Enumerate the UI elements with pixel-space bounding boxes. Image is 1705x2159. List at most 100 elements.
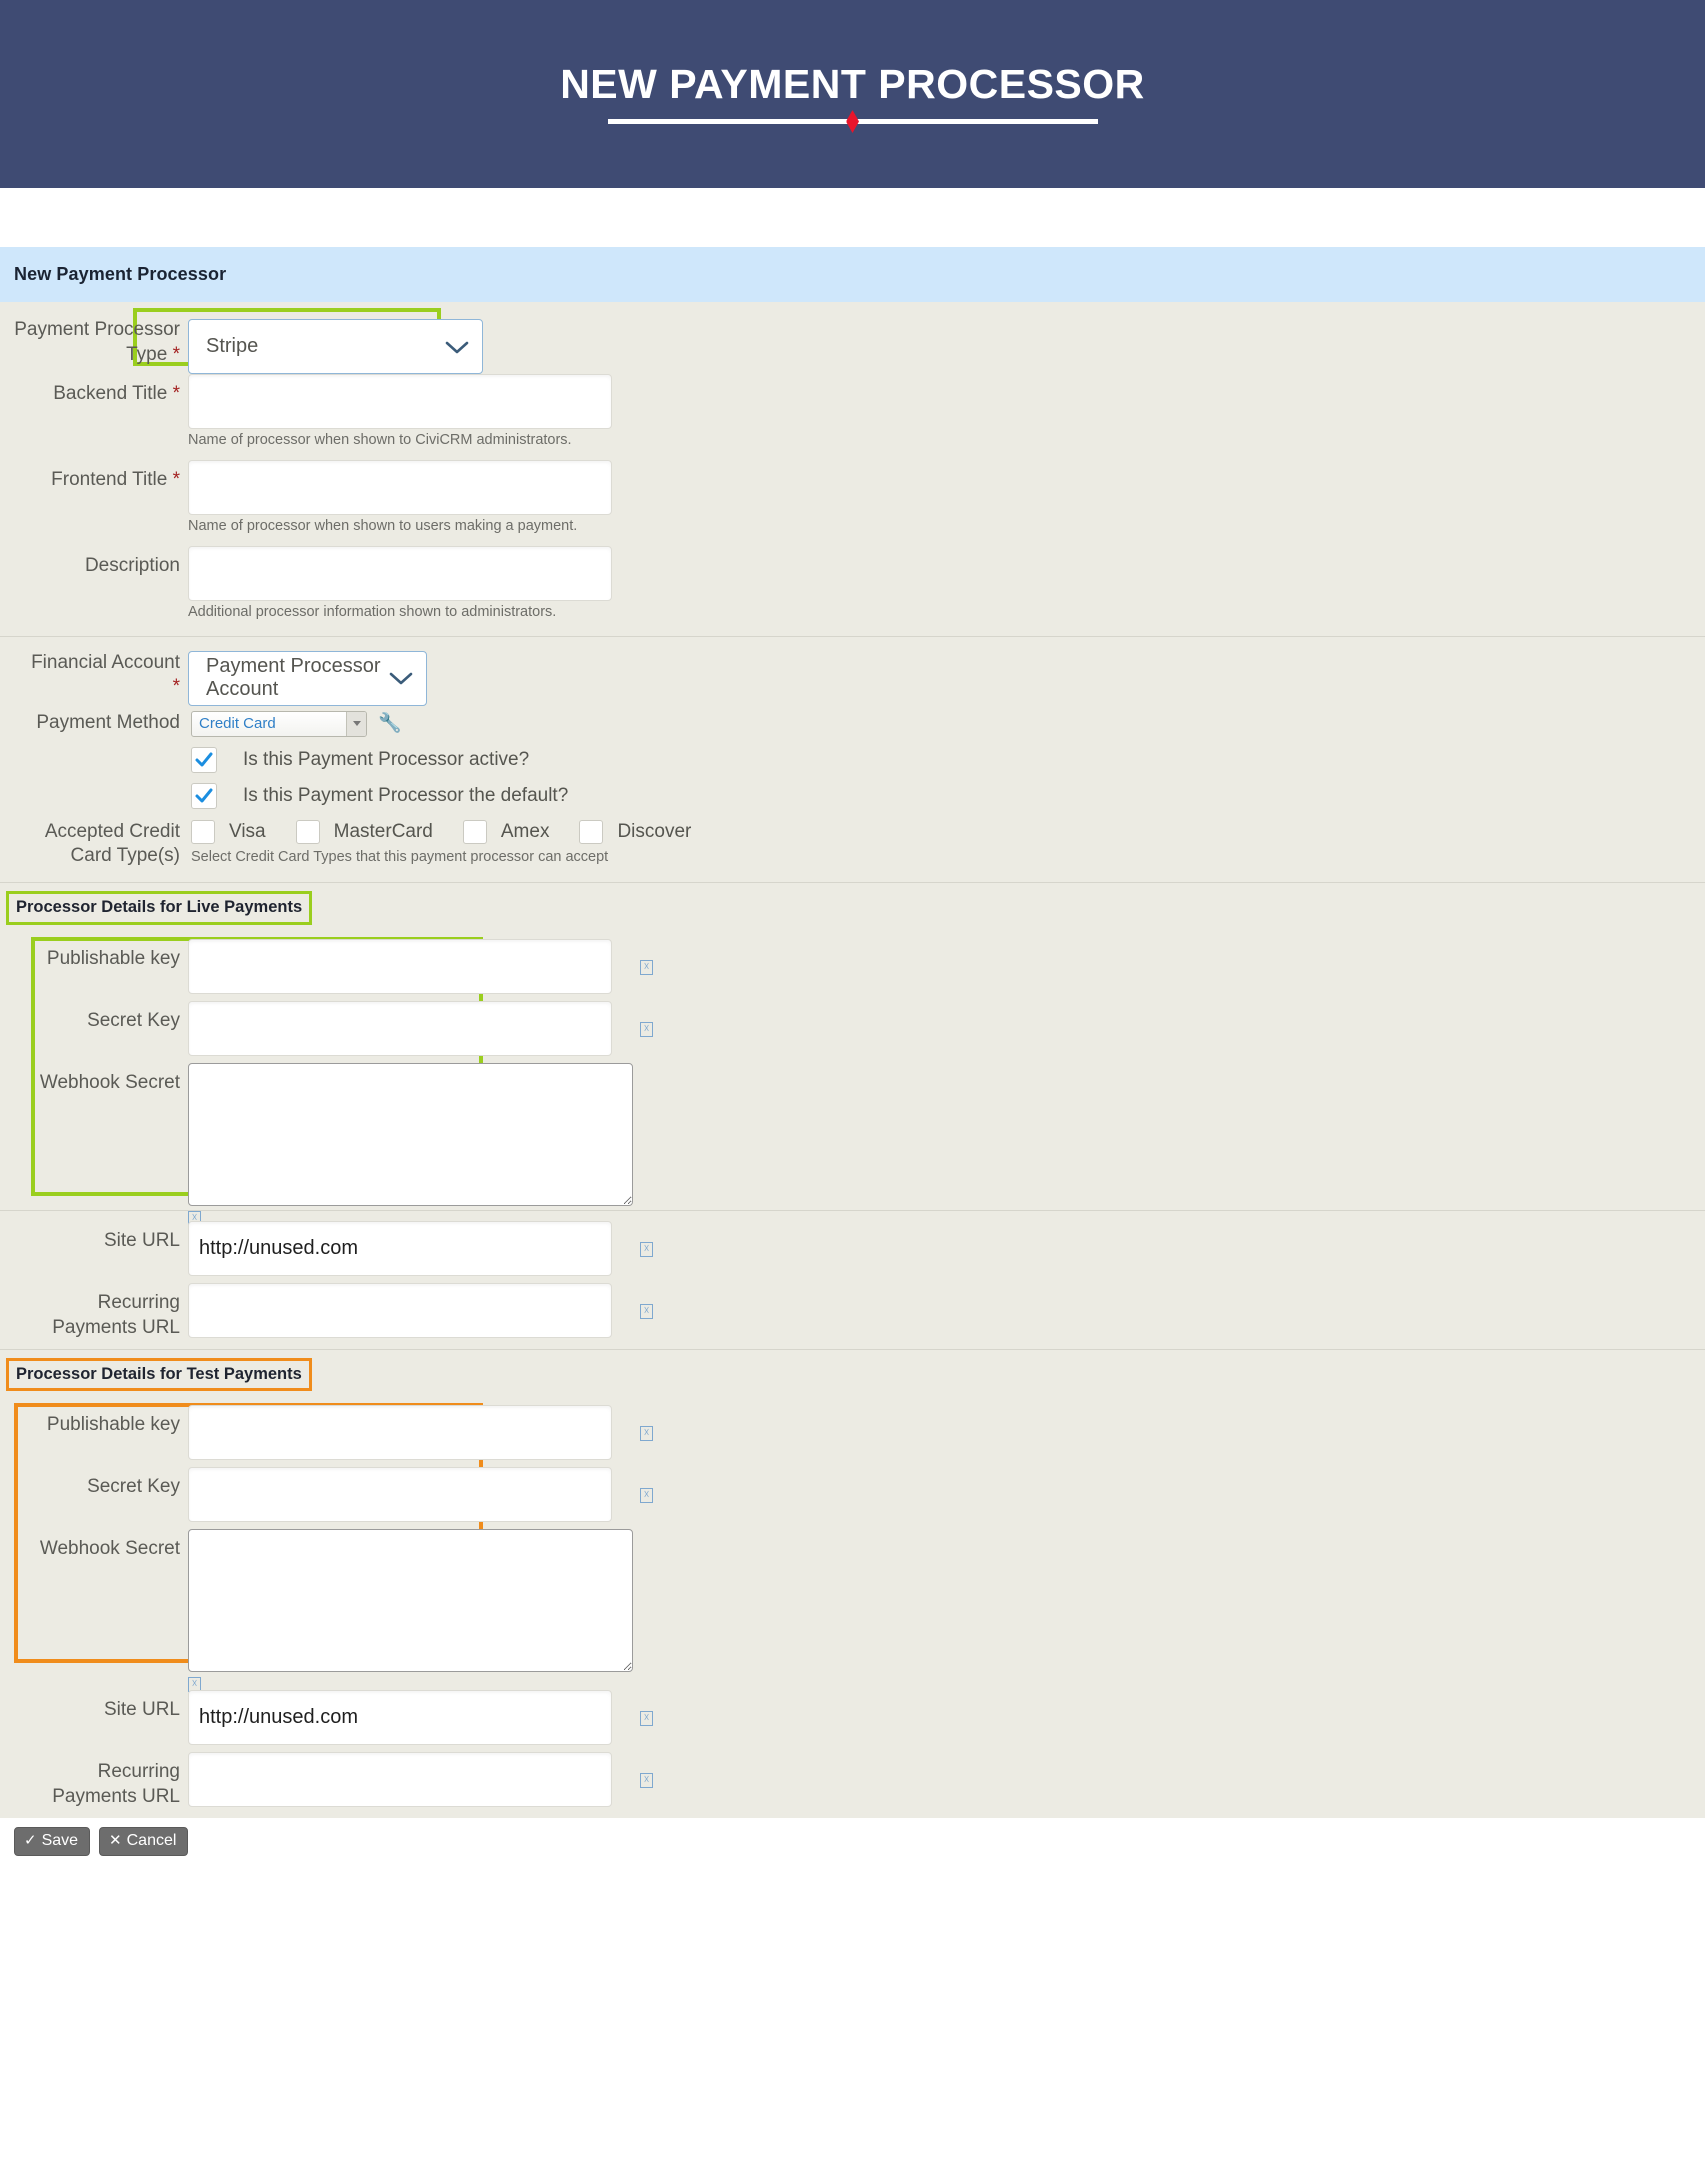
test-publishable-key-input[interactable] xyxy=(188,1405,612,1461)
payment-processor-panel: New Payment Processor Payment Processor … xyxy=(0,247,1705,1856)
row-frontend-title: Frontend Title * Name of processor when … xyxy=(0,459,1705,546)
close-icon: ✕ xyxy=(109,1832,122,1850)
field-live-secret-key: ☓ xyxy=(188,1001,653,1057)
label-test-publishable-key: Publishable key xyxy=(46,1414,180,1436)
label-active-spacer xyxy=(0,756,188,764)
row-description: Description Additional processor informa… xyxy=(0,545,1705,632)
panel-header: New Payment Processor xyxy=(0,247,1705,302)
row-backend-title: Backend Title * Name of processor when s… xyxy=(0,374,1705,460)
basic-info-block: Payment Processor Type * Stripe Backend … xyxy=(0,302,1705,636)
row-live-publishable-key: Publishable key ☓ xyxy=(0,939,1705,995)
form-body: Payment Processor Type * Stripe Backend … xyxy=(0,302,1705,1818)
row-test-recurring-url: Recurring Payments URL ☓ xyxy=(0,1745,1705,1809)
broken-image-icon: ☓ xyxy=(640,1773,653,1789)
label-financial-account: Financial Account * xyxy=(31,651,180,698)
test-recurring-url-input[interactable] xyxy=(188,1752,612,1808)
field-test-publishable-key: ☓ xyxy=(188,1405,653,1461)
frontend-title-input[interactable] xyxy=(188,459,612,515)
label-test-recurring-url: Recurring Payments URL xyxy=(52,1761,180,1808)
live-webhook-secret-textarea[interactable] xyxy=(188,1063,633,1207)
active-checkbox[interactable] xyxy=(191,746,217,773)
label-processor-type: Payment Processor Type * xyxy=(14,319,180,365)
broken-image-icon: ☓ xyxy=(640,1488,653,1504)
row-processor-type: Payment Processor Type * Stripe xyxy=(0,308,1705,374)
row-live-secret-key: Secret Key ☓ xyxy=(0,994,1705,1057)
label-live-secret-key: Secret Key xyxy=(87,1010,180,1032)
live-section-title: Processor Details for Live Payments xyxy=(6,891,313,926)
test-urls-block: Site URL ☓ Recurring Payments URL ☓ xyxy=(0,1676,1705,1818)
test-section-block: Publishable key ☓ Secret Key ☓ Webhook S… xyxy=(0,1397,1705,1693)
description-input[interactable] xyxy=(188,545,612,601)
broken-image-icon: ☓ xyxy=(640,1426,653,1442)
test-section-header-band: Processor Details for Test Payments xyxy=(0,1348,1705,1398)
field-processor-type: Stripe xyxy=(188,308,483,374)
field-default-checkbox: Is this Payment Processor the default? xyxy=(188,780,568,812)
test-webhook-secret-textarea[interactable] xyxy=(188,1529,633,1673)
live-publishable-key-input[interactable] xyxy=(188,939,612,995)
financial-account-select[interactable]: Payment Processor Account xyxy=(188,650,427,706)
broken-image-icon: ☓ xyxy=(640,1711,653,1727)
field-backend-title: Name of processor when shown to CiviCRM … xyxy=(188,374,612,460)
wrench-icon[interactable]: 🔧 xyxy=(378,714,402,733)
discover-label: Discover xyxy=(617,820,692,842)
label-frontend-title: Frontend Title * xyxy=(51,468,180,490)
row-test-secret-key: Secret Key ☓ xyxy=(0,1460,1705,1523)
required-marker: * xyxy=(172,676,180,698)
row-test-publishable-key: Publishable key ☓ xyxy=(0,1405,1705,1461)
live-secret-key-input[interactable] xyxy=(188,1001,612,1057)
discover-checkbox[interactable] xyxy=(579,819,604,844)
help-backend-title: Name of processor when shown to CiviCRM … xyxy=(188,432,572,448)
field-credit-card-types: Visa MasterCard Amex Discover Select Cre… xyxy=(188,814,721,877)
test-site-url-input[interactable] xyxy=(188,1690,612,1746)
amex-checkbox[interactable] xyxy=(462,819,487,844)
cancel-button[interactable]: ✕ Cancel xyxy=(99,1826,189,1856)
broken-image-icon: ☓ xyxy=(640,1022,653,1038)
form-actions: ✓ Save ✕ Cancel xyxy=(0,1817,1705,1856)
label-live-site-url: Site URL xyxy=(103,1230,180,1252)
field-live-webhook-secret: ☓ xyxy=(188,1063,633,1227)
processor-type-value: Stripe xyxy=(206,335,259,357)
help-description: Additional processor information shown t… xyxy=(188,603,557,620)
label-live-publishable-key: Publishable key xyxy=(46,948,180,970)
test-secret-key-input[interactable] xyxy=(188,1467,612,1523)
row-payment-method: Payment Method Credit Card 🔧 xyxy=(0,706,1705,742)
cc-option-discover: Discover xyxy=(579,819,713,844)
field-live-recurring-url: ☓ xyxy=(188,1283,653,1339)
mastercard-checkbox[interactable] xyxy=(295,819,320,844)
row-live-site-url: Site URL ☓ xyxy=(0,1221,1705,1277)
chevron-down-icon xyxy=(346,711,366,736)
label-test-site-url: Site URL xyxy=(103,1699,180,1721)
amex-label: Amex xyxy=(500,820,550,842)
mastercard-label: MasterCard xyxy=(333,820,433,842)
cc-option-mastercard: MasterCard xyxy=(295,819,455,844)
live-recurring-url-input[interactable] xyxy=(188,1283,612,1339)
field-test-site-url: ☓ xyxy=(188,1690,653,1746)
field-frontend-title: Name of processor when shown to users ma… xyxy=(188,459,612,546)
broken-image-icon: ☓ xyxy=(640,1304,653,1320)
save-button[interactable]: ✓ Save xyxy=(14,1826,91,1856)
active-checkbox-label: Is this Payment Processor active? xyxy=(243,748,530,770)
required-marker: * xyxy=(172,383,180,404)
row-test-site-url: Site URL ☓ xyxy=(0,1690,1705,1746)
payment-method-select[interactable]: Credit Card xyxy=(191,710,367,737)
label-test-secret-key: Secret Key xyxy=(87,1476,180,1498)
row-active-checkbox: Is this Payment Processor active? xyxy=(0,742,1705,778)
credit-card-options: Visa MasterCard Amex Discover xyxy=(191,819,721,844)
processor-type-select[interactable]: Stripe xyxy=(188,319,483,374)
field-live-site-url: ☓ xyxy=(188,1221,653,1277)
account-settings-block: Financial Account * Payment Processor Ac… xyxy=(0,635,1705,883)
row-financial-account: Financial Account * Payment Processor Ac… xyxy=(0,645,1705,706)
field-description: Additional processor information shown t… xyxy=(188,545,612,632)
row-live-recurring-url: Recurring Payments URL ☓ xyxy=(0,1276,1705,1340)
live-section-block: Publishable key ☓ Secret Key ☓ Webhook S… xyxy=(0,931,1705,1227)
cc-option-amex: Amex xyxy=(462,819,572,844)
cancel-button-label: Cancel xyxy=(126,1831,177,1849)
field-test-secret-key: ☓ xyxy=(188,1467,653,1523)
default-checkbox[interactable] xyxy=(191,782,217,809)
help-credit-card-types: Select Credit Card Types that this payme… xyxy=(191,848,609,865)
backend-title-input[interactable] xyxy=(188,374,612,429)
field-test-recurring-url: ☓ xyxy=(188,1752,653,1808)
live-site-url-input[interactable] xyxy=(188,1221,612,1277)
visa-checkbox[interactable] xyxy=(191,819,215,844)
label-description: Description xyxy=(84,554,180,576)
